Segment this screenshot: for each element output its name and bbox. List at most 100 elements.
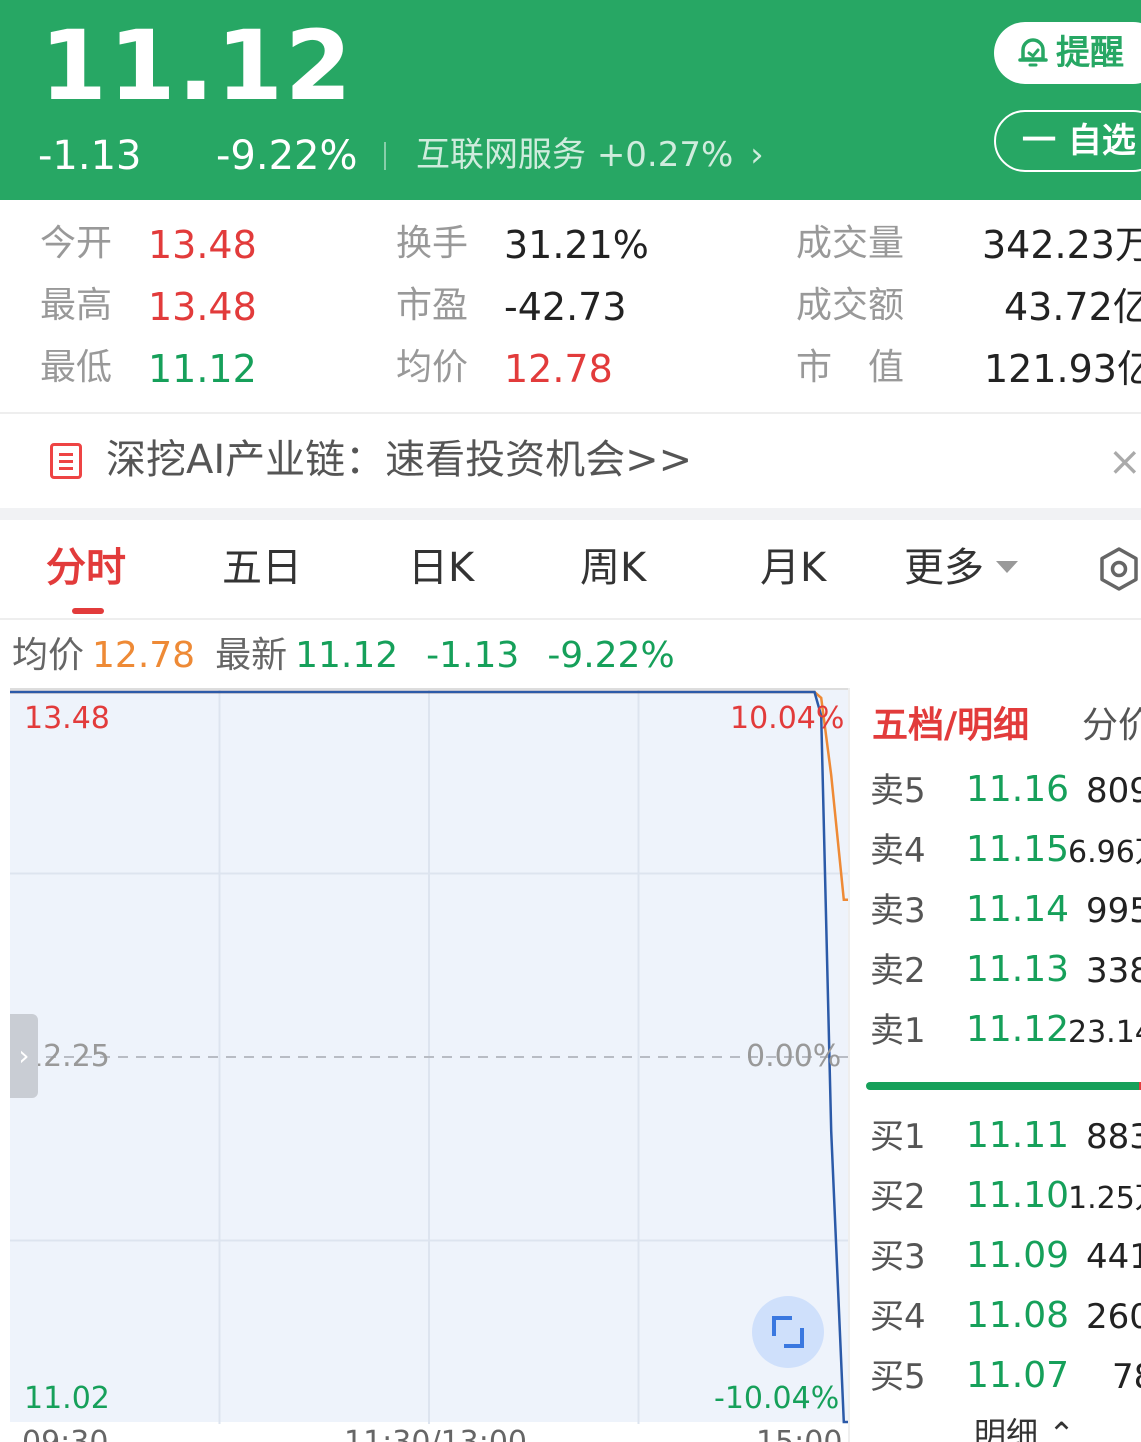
volume-label: 成交量 [796, 223, 905, 264]
caret-down-icon [996, 561, 1018, 573]
order-level-label: 买4 [870, 1297, 926, 1337]
order-level-label: 买5 [870, 1357, 926, 1397]
y-axis-bottom-label: 11.02 [24, 1381, 110, 1416]
info-avg-value: 12.78 [92, 635, 196, 676]
price-change: -1.13 [38, 133, 142, 179]
order-level-label: 卖5 [870, 771, 926, 811]
open-value: 13.48 [148, 223, 257, 267]
order-volume: 6.96万 [1068, 835, 1141, 870]
volume-value: 342.23万 [982, 223, 1141, 267]
order-row: 卖5 11.16 809 [850, 764, 1141, 824]
time-label-midday: 11:30/13:00 [344, 1428, 527, 1442]
price-alert-button[interactable]: 提醒 [994, 22, 1141, 84]
info-change: -1.13 [426, 635, 520, 676]
tab-intraday[interactable]: 分时 [46, 548, 126, 588]
order-level-label: 买1 [870, 1117, 926, 1157]
market-cap-value: 121.93亿 [984, 347, 1141, 391]
chart-period-tabs: 分时 五日 日K 周K 月K 更多 [0, 520, 1141, 620]
info-latest-label: 最新 [215, 635, 288, 676]
current-price: 11.12 [40, 10, 354, 122]
fullscreen-icon [772, 1316, 804, 1348]
settings-hexagon-icon[interactable] [1098, 546, 1140, 592]
tab-price-distribution[interactable]: 分价 [1082, 708, 1141, 744]
turnover-value: 31.21% [504, 223, 649, 267]
order-level-label: 卖1 [870, 1011, 926, 1051]
sector-change: +0.27% [596, 135, 734, 175]
promo-banner-text: 深挖AI产业链：速看投资机会>> [106, 437, 693, 483]
expand-side-handle[interactable]: › [10, 1014, 38, 1098]
order-row: 卖4 11.15 6.96万 [850, 824, 1141, 884]
order-row: 卖2 11.13 338 [850, 944, 1141, 1004]
order-row: 买5 11.07 78 [850, 1350, 1141, 1410]
promo-banner[interactable]: 深挖AI产业链：速看投资机会>> × [0, 414, 1141, 508]
sector-name: 互联网服务 [416, 135, 586, 175]
tab-daily-k[interactable]: 日K [408, 548, 474, 588]
order-row: 买3 11.09 441 [850, 1230, 1141, 1290]
y-axis-top-label: 13.48 [24, 701, 110, 736]
order-row: 卖1 11.12 23.14万 [850, 1004, 1141, 1064]
order-price: 11.13 [966, 949, 1070, 990]
price-change-percent: -9.22% [216, 133, 358, 179]
intraday-chart[interactable]: 13.48 12.25 11.02 10.04% 0.00% -10.04% [10, 688, 848, 1424]
alert-bell-icon [1018, 38, 1048, 67]
sector-link[interactable]: 互联网服务 +0.27% › [416, 138, 764, 172]
order-volume: 441 [1086, 1237, 1141, 1277]
info-avg-label: 均价 [12, 635, 85, 676]
order-row: 买1 11.11 883 [850, 1110, 1141, 1170]
trade-detail-toggle[interactable]: 明细 ⌃ [974, 1418, 1075, 1442]
buy-sell-ratio-bar [866, 1082, 1141, 1090]
turnover-label: 换手 [396, 223, 469, 264]
order-row: 卖3 11.14 995 [850, 884, 1141, 944]
order-level-label: 买3 [870, 1237, 926, 1277]
high-value: 13.48 [148, 285, 257, 329]
quote-stats: 今开 13.48 最高 13.48 最低 11.12 换手 31.21% 市盈 … [0, 200, 1141, 412]
info-change-percent: -9.22% [547, 635, 675, 676]
order-price: 11.14 [966, 889, 1070, 930]
document-icon [50, 443, 82, 479]
tab-more[interactable]: 更多 [904, 548, 1018, 588]
header-separator [384, 142, 386, 170]
tab-monthly-k[interactable]: 月K [760, 548, 826, 588]
open-label: 今开 [40, 223, 113, 264]
order-volume: 1.25万 [1068, 1181, 1141, 1216]
pct-axis-bottom-label: -10.04% [714, 1381, 840, 1416]
tab-weekly-k[interactable]: 周K [580, 548, 646, 588]
order-price: 11.07 [966, 1355, 1070, 1396]
order-volume: 809 [1086, 771, 1141, 811]
remove-watchlist-button[interactable]: 一 自选 [994, 110, 1141, 172]
chevron-right-icon: › [750, 135, 764, 175]
amount-value: 43.72亿 [1004, 285, 1141, 329]
order-price: 11.08 [966, 1295, 1070, 1336]
intraday-info-line: 均价 12.78 最新 11.12 -1.13 -9.22% [12, 638, 683, 674]
price-alert-label: 提醒 [1056, 33, 1124, 73]
low-value: 11.12 [148, 347, 257, 391]
order-volume: 883 [1086, 1117, 1141, 1157]
order-price: 11.11 [966, 1115, 1070, 1156]
section-gap [0, 508, 1141, 520]
close-icon[interactable]: × [1108, 442, 1141, 482]
avg-price-value: 12.78 [504, 347, 613, 391]
order-row: 买4 11.08 260 [850, 1290, 1141, 1350]
order-price: 11.09 [966, 1235, 1070, 1276]
order-volume: 995 [1086, 891, 1141, 931]
order-volume: 23.14万 [1068, 1015, 1141, 1050]
quote-header: 11.12 -1.13 -9.22% 互联网服务 +0.27% › 提醒 一 自… [0, 0, 1141, 200]
low-label: 最低 [40, 347, 113, 388]
intraday-chart-canvas [10, 690, 848, 1424]
order-level-label: 卖4 [870, 831, 926, 871]
pe-value: -42.73 [504, 285, 627, 329]
fullscreen-button[interactable] [752, 1296, 824, 1368]
market-cap-label: 市 值 [796, 347, 905, 388]
order-volume: 260 [1086, 1297, 1141, 1337]
order-price: 11.12 [966, 1009, 1070, 1050]
pe-label: 市盈 [396, 285, 469, 326]
amount-label: 成交额 [796, 285, 905, 326]
order-level-label: 卖3 [870, 891, 926, 931]
tab-order-book[interactable]: 五档/明细 [872, 708, 1029, 744]
order-volume: 338 [1086, 951, 1141, 991]
tab-five-day[interactable]: 五日 [222, 548, 302, 588]
order-level-label: 卖2 [870, 951, 926, 991]
active-tab-indicator [72, 608, 104, 614]
time-label-close: 15:00 [756, 1428, 842, 1442]
order-book-panel: 五档/明细 分价 卖5 11.16 809 卖4 11.15 6.96万 卖3 … [848, 688, 1141, 1442]
